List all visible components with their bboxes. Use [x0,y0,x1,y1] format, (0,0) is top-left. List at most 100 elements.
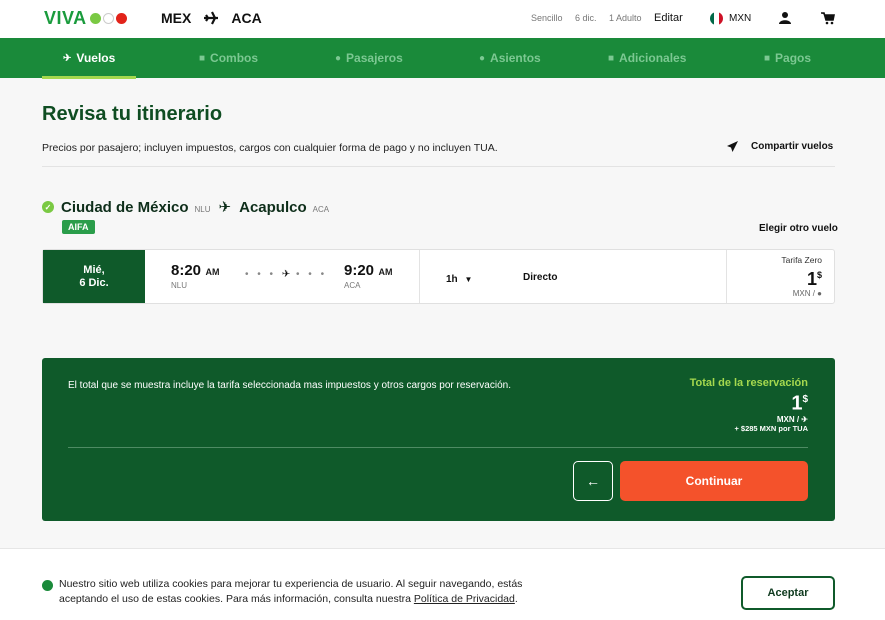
currency-label: MXN [729,13,752,24]
top-header: VIVA MEX ACA Sencillo 6 dic. 1 Adulto Ed… [0,0,885,38]
plane-icon: ✈ [801,414,808,424]
duration-value: 1h [446,274,458,285]
plane-icon: ✈ [63,52,72,64]
tab-label: Combos [210,51,259,65]
logo-dot-icon [89,13,101,24]
departure: 8:20 AM NLU [171,262,219,290]
active-tab-indicator [42,76,136,79]
flight-card[interactable]: Mié, 6 Dic. 8:20 AM NLU • • • ✈ • • • 9:… [42,249,835,304]
origin-city: Ciudad de México [61,199,189,216]
origin-code: NLU [194,205,211,214]
destination-city: Acapulco [239,199,307,216]
combo-icon: ■ [199,52,206,64]
cookie-text: Nuestro sitio web utiliza cookies para m… [59,577,539,607]
tua-note: + $285 MXN por TUA [734,423,808,433]
tab-label: Asientos [490,51,541,65]
header-destination: ACA [231,10,262,26]
send-icon [727,141,738,152]
seat-icon: ● [479,52,486,64]
divider [42,166,835,167]
departure-time: 8:20 [171,262,202,279]
cookie-message-end: . [514,593,518,605]
mexico-flag-icon [710,12,723,25]
total-amount: 1 [791,392,803,415]
fare-amount: 1 [806,269,817,289]
total-price: 1$ [690,389,808,415]
price-disclaimer: Precios por pasajero; incluyen impuestos… [42,142,498,154]
share-label: Compartir vuelos [751,141,834,152]
fare-info: Tarifa Zero 1$ MXN / ● [781,255,822,298]
duration-toggle[interactable]: 1h ▼ [446,274,472,285]
trip-date: 6 dic. [575,13,597,23]
flight-day: Mié, [83,263,105,276]
currency-selector[interactable]: MXN [710,12,751,25]
tab-pasajeros[interactable]: ● Pasajeros [335,38,403,78]
flight-route-title: Ciudad de México NLU ✈ Acapulco ACA [61,198,329,216]
plane-icon: ✈ [218,199,232,216]
airport-badge: AIFA [62,220,95,234]
total-currency: MXN / [776,414,800,424]
logo-dot-icon [115,13,127,24]
person-icon: ● [335,52,342,64]
arrow-left-icon: ← [586,473,600,489]
flight-date-value: 6 Dic. [79,276,109,289]
currency-symbol: $ [816,270,822,280]
edit-search-button[interactable]: Editar [654,12,683,24]
booking-steps-nav: ✈ Vuelos ■ Combos ● Pasajeros ● Asientos… [0,38,885,78]
divider [726,250,727,303]
viva-logo[interactable]: VIVA [44,8,127,29]
flight-date: Mié, 6 Dic. [43,250,145,303]
departure-code: NLU [171,281,188,290]
tab-asientos[interactable]: ● Asientos [479,38,541,78]
arrival-time: 9:20 [344,262,375,279]
trip-type: Sencillo [531,13,563,23]
tab-label: Pagos [775,51,812,65]
logo-text: VIVA [44,8,87,28]
cookie-banner: Nuestro sitio web utiliza cookies para m… [0,548,885,620]
header-route: MEX ACA [161,10,262,26]
arrival: 9:20 AM ACA [344,262,392,290]
choose-other-flight-link[interactable]: Elegir otro vuelo [759,223,838,234]
logo-dot-icon [102,13,114,24]
tab-vuelos[interactable]: ✈ Vuelos [63,38,115,78]
accept-cookies-button[interactable]: Aceptar [741,576,835,610]
total-unit: MXN / ✈ [690,415,808,424]
cart-icon[interactable] [821,11,835,25]
fare-unit: MXN / ● [781,289,822,298]
tab-pagos[interactable]: ■ Pagos [764,38,811,78]
arrival-code: ACA [344,281,361,290]
tab-combos[interactable]: ■ Combos [199,38,258,78]
fare-currency: MXN / [792,289,815,298]
check-circle-icon: ✓ [42,201,54,213]
tab-label: Vuelos [76,51,116,65]
privacy-policy-link[interactable]: Política de Privacidad [414,593,515,605]
departure-ampm: AM [205,267,220,277]
cookie-icon [42,580,53,591]
continue-button[interactable]: Continuar [620,461,808,501]
stops-label: Directo [523,272,558,283]
tab-label: Pasajeros [346,51,403,65]
user-icon[interactable] [778,11,792,25]
destination-code: ACA [312,205,330,214]
arrival-ampm: AM [378,267,393,277]
card-icon: ■ [764,52,771,64]
header-origin: MEX [161,10,192,26]
tab-adicionales[interactable]: ■ Adicionales [608,38,686,78]
tab-label: Adicionales [619,51,687,65]
back-button[interactable]: ← [573,461,613,501]
page-title: Revisa tu itinerario [42,103,223,125]
fare-price: 1$ [781,265,822,289]
share-flights-button[interactable]: Compartir vuelos [726,140,833,153]
divider [68,447,808,448]
plane-icon: ✈ [281,269,291,280]
person-icon: ● [817,289,822,298]
caret-down-icon: ▼ [464,275,473,284]
route-dots: • • • ✈ • • • [245,269,328,280]
currency-symbol: $ [802,394,808,405]
total-label: Total de la reservación [689,377,808,389]
fare-name: Tarifa Zero [781,255,822,265]
divider [419,250,420,303]
total-note: El total que se muestra incluye la tarif… [68,380,511,391]
total-summary: Total de la reservación 1$ MXN / ✈ + $28… [690,377,808,433]
total-panel: El total que se muestra incluye la tarif… [42,358,835,521]
